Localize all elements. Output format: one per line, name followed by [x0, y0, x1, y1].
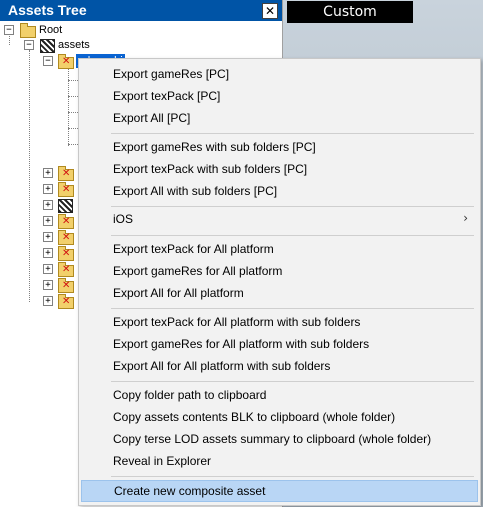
tree-node-assets[interactable]: − assets [0, 38, 120, 53]
menu-item-export-all-all-platform[interactable]: Export All for All platform [81, 283, 478, 305]
menu-item-label: Create new composite asset [114, 484, 266, 498]
folder-x-icon [58, 54, 74, 69]
menu-separator [111, 476, 474, 477]
context-menu: Export gameRes [PC] Export texPack [PC] … [78, 58, 481, 506]
tree-node-folder[interactable]: + [0, 278, 80, 293]
expand-icon[interactable]: + [43, 184, 53, 194]
panel-header: Assets Tree ✕ [0, 0, 282, 21]
tree-connector [68, 80, 78, 81]
expand-icon[interactable]: + [43, 216, 53, 226]
expand-icon[interactable]: + [43, 280, 53, 290]
menu-item-export-texpack-pc[interactable]: Export texPack [PC] [81, 86, 478, 108]
menu-item-export-gameres-pc[interactable]: Export gameRes [PC] [81, 64, 478, 86]
tree-node-folder[interactable]: + [0, 166, 80, 181]
menu-item-export-texpack-subfolders-pc[interactable]: Export texPack with sub folders [PC] [81, 159, 478, 181]
tree-node-folder[interactable]: + [0, 294, 80, 309]
tree-node-folder[interactable]: + [0, 214, 80, 229]
tree-node-folder[interactable]: + [0, 262, 80, 277]
tree-node-folder[interactable]: + [0, 246, 80, 261]
menu-item-label: Copy assets contents BLK to clipboard (w… [113, 410, 396, 424]
menu-item-label: Export All for All platform [113, 286, 244, 300]
tree-node-root[interactable]: − Root [0, 23, 100, 38]
folder-x-icon [58, 166, 74, 181]
tree-node-folder[interactable]: + [0, 198, 80, 213]
menu-item-export-gameres-all-platform[interactable]: Export gameRes for All platform [81, 261, 478, 283]
expand-icon[interactable]: + [43, 200, 53, 210]
menu-item-copy-assets-blk[interactable]: Copy assets contents BLK to clipboard (w… [81, 407, 478, 429]
close-icon: ✕ [264, 4, 276, 18]
tree-node-folder[interactable]: + [0, 182, 80, 197]
menu-item-label: Export gameRes for All platform with sub… [113, 337, 370, 351]
menu-item-label: Reveal in Explorer [113, 454, 212, 468]
menu-separator [111, 381, 474, 382]
tree-connector [68, 96, 78, 97]
chevron-right-icon: › [463, 211, 468, 225]
menu-item-label: Export texPack for All platform [113, 242, 274, 256]
folder-x-icon [58, 214, 74, 229]
menu-item-label: Export All for All platform with sub fol… [113, 359, 331, 373]
menu-item-export-all-subfolders-pc[interactable]: Export All with sub folders [PC] [81, 181, 478, 203]
menu-separator [111, 133, 474, 134]
menu-item-label: Copy folder path to clipboard [113, 388, 267, 402]
expand-icon[interactable]: + [43, 296, 53, 306]
menu-item-label: Export All with sub folders [PC] [113, 184, 278, 198]
menu-item-label: Export All [PC] [113, 111, 191, 125]
menu-item-export-gameres-subfolders-pc[interactable]: Export gameRes with sub folders [PC] [81, 137, 478, 159]
tree-connector [68, 66, 69, 146]
expand-icon[interactable]: + [43, 248, 53, 258]
folder-x-icon [58, 246, 74, 261]
close-button[interactable]: ✕ [262, 3, 278, 19]
tree-node-label: assets [58, 39, 90, 51]
panel-title: Assets Tree [8, 2, 87, 18]
viewport-caption: Custom [287, 1, 413, 23]
menu-item-export-all-pc[interactable]: Export All [PC] [81, 108, 478, 130]
folder-icon [20, 23, 36, 38]
menu-item-label: Export texPack with sub folders [PC] [113, 162, 308, 176]
menu-item-export-texpack-all-platform[interactable]: Export texPack for All platform [81, 239, 478, 261]
menu-item-reveal-in-explorer[interactable]: Reveal in Explorer [81, 451, 478, 473]
menu-item-label: Export texPack [PC] [113, 89, 221, 103]
menu-separator [111, 308, 474, 309]
expand-icon[interactable]: + [43, 232, 53, 242]
tree-node-label: Root [39, 24, 63, 36]
tree-connector [68, 128, 78, 129]
folder-x-icon [58, 230, 74, 245]
menu-separator [111, 235, 474, 236]
folder-x-icon [58, 294, 74, 309]
menu-item-label: Export texPack for All platform with sub… [113, 315, 361, 329]
collapse-icon[interactable]: − [24, 40, 34, 50]
collapse-icon[interactable]: − [43, 56, 53, 66]
menu-item-copy-folder-path[interactable]: Copy folder path to clipboard [81, 385, 478, 407]
menu-separator [111, 206, 474, 207]
asset-pack-icon [58, 199, 73, 213]
asset-pack-icon [40, 39, 55, 53]
menu-item-export-texpack-all-platform-subfolders[interactable]: Export texPack for All platform with sub… [81, 312, 478, 334]
menu-item-label: Export gameRes for All platform [113, 264, 283, 278]
expand-icon[interactable]: + [43, 264, 53, 274]
tree-connector [68, 112, 78, 113]
tree-connector [68, 144, 78, 145]
tree-node-folder[interactable]: + [0, 230, 80, 245]
menu-item-export-gameres-all-platform-subfolders[interactable]: Export gameRes for All platform with sub… [81, 334, 478, 356]
folder-x-icon [58, 182, 74, 197]
menu-item-create-composite-asset[interactable]: Create new composite asset [81, 480, 478, 502]
menu-item-label: Export gameRes [PC] [113, 67, 230, 81]
collapse-icon[interactable]: − [4, 25, 14, 35]
menu-item-label: Export gameRes with sub folders [PC] [113, 140, 316, 154]
menu-item-label: Copy terse LOD assets summary to clipboa… [113, 432, 432, 446]
menu-item-label: iOS [113, 212, 134, 226]
menu-item-copy-lod-summary[interactable]: Copy terse LOD assets summary to clipboa… [81, 429, 478, 451]
folder-x-icon [58, 278, 74, 293]
menu-item-ios-submenu[interactable]: iOS › [81, 209, 478, 231]
menu-item-export-all-all-platform-subfolders[interactable]: Export All for All platform with sub fol… [81, 356, 478, 378]
folder-x-icon [58, 262, 74, 277]
expand-icon[interactable]: + [43, 168, 53, 178]
